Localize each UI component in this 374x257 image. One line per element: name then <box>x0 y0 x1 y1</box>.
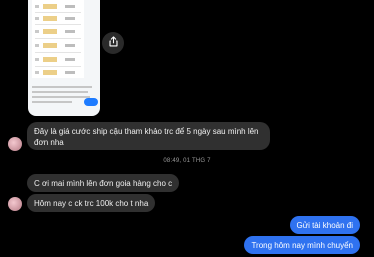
contact-avatar[interactable] <box>8 197 22 211</box>
incoming-message[interactable]: C ơi mai mình lên đơn goia hàng cho c <box>27 174 180 192</box>
attachment-link-pill[interactable] <box>84 98 98 106</box>
message-timestamp: 08:49, 01 THG 7 <box>163 158 211 164</box>
incoming-message[interactable]: Đây là giá cước ship cậu tham khảo trc đ… <box>27 122 270 150</box>
outgoing-message[interactable]: Gửi tài khoản đi <box>289 216 360 234</box>
shipping-price-table-thumbnail <box>32 0 84 78</box>
outgoing-message[interactable]: Trong hôm nay mình chuyển <box>244 236 360 254</box>
message-text-line: đơn nha <box>34 138 64 147</box>
incoming-message[interactable]: Hôm nay c ck trc 100k cho t nha <box>27 194 156 212</box>
contact-avatar[interactable] <box>8 137 22 151</box>
message-text-line: Đây là giá cước ship cậu tham khảo trc đ… <box>34 127 259 136</box>
share-icon <box>108 34 119 52</box>
share-button[interactable] <box>102 32 124 54</box>
shared-image-attachment[interactable] <box>28 0 100 116</box>
